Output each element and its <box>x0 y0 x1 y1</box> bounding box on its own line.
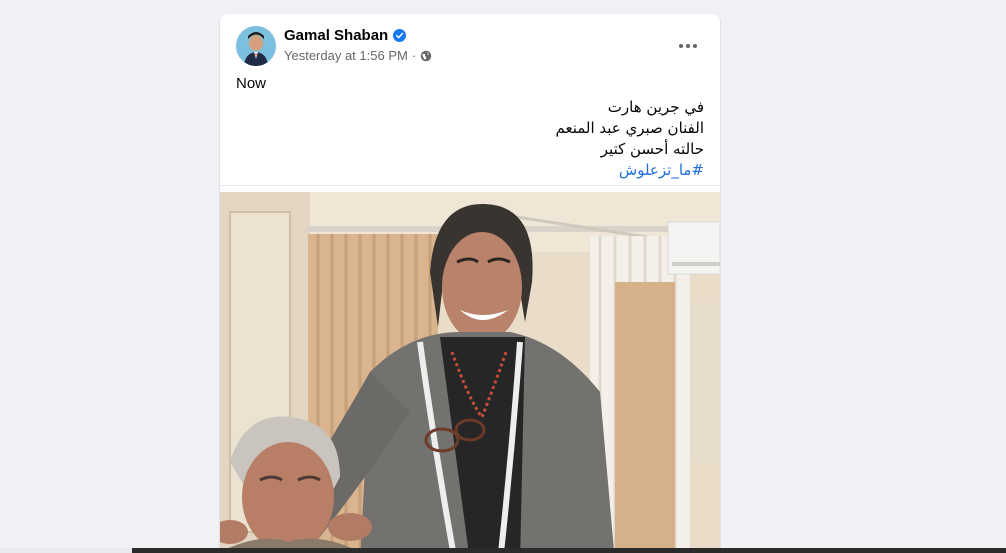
post-timestamp[interactable]: Yesterday at 1:56 PM <box>284 48 408 63</box>
globe-icon[interactable] <box>420 50 432 62</box>
post-card: Gamal Shaban Yesterday at 1:56 PM · Now … <box>220 14 720 553</box>
author-name[interactable]: Gamal Shaban <box>284 27 388 44</box>
feed-page: Gamal Shaban Yesterday at 1:56 PM · Now … <box>0 0 1006 553</box>
content-divider <box>220 185 720 186</box>
hashtag-link[interactable]: #ما_تزعلوش <box>619 161 704 179</box>
post-meta: Yesterday at 1:56 PM · <box>284 48 432 63</box>
more-options-button[interactable] <box>670 28 706 64</box>
arabic-line-2: الفنان صبري عبد المنعم <box>555 119 704 137</box>
more-horizontal-icon <box>679 44 697 48</box>
avatar-icon <box>236 26 276 66</box>
author-avatar[interactable] <box>236 26 276 66</box>
post-photo[interactable] <box>220 192 720 553</box>
photo-image <box>220 192 720 553</box>
post-header: Gamal Shaban Yesterday at 1:56 PM · <box>220 14 720 76</box>
post-text-line-1: Now <box>236 75 267 92</box>
arabic-text-block: في جرين هارت الفنان صبري عبد المنعم حالت… <box>236 97 704 181</box>
meta-separator: · <box>411 48 417 63</box>
arabic-line-1: في جرين هارت <box>607 98 704 116</box>
taskbar-right <box>132 548 1006 553</box>
post-text: Now في جرين هارت الفنان صبري عبد المنعم … <box>236 74 704 181</box>
author-line: Gamal Shaban <box>284 27 407 44</box>
verified-badge-icon <box>393 29 407 42</box>
arabic-line-3: حالته أحسن كتير <box>600 140 704 158</box>
